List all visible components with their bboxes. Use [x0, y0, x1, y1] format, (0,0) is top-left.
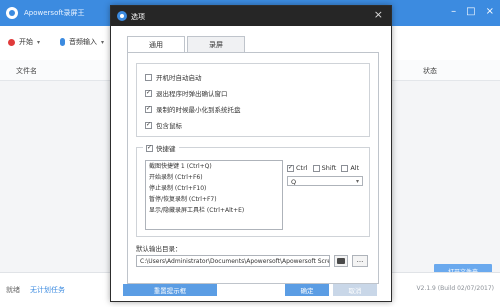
tab-bar: 通用 录屏 — [127, 36, 247, 53]
modifier-keys: ✓ Ctrl Shift Alt — [287, 164, 359, 172]
checkbox-minimize-tray[interactable]: ✓ — [145, 105, 152, 113]
output-path-field[interactable]: C:\Users\Administrator\Documents\Apowers… — [136, 255, 330, 267]
minimize-icon[interactable]: – — [451, 6, 456, 17]
cancel-button[interactable]: 取消 — [333, 284, 377, 296]
maximize-icon[interactable]: □ — [466, 6, 475, 17]
option-include-cursor[interactable]: ✓ 包含鼠标 — [145, 120, 182, 130]
checkbox-hotkeys[interactable]: ✓ — [146, 144, 153, 152]
general-tab-panel: 开机时自动启动 ✓ 退出程序时弹出确认窗口 ✓ 录制的时候最小化到系统托盘 ✓ … — [127, 52, 379, 284]
chevron-down-icon: ▾ — [355, 178, 359, 185]
version-label: V2.1.9 (Build 02/07/2017) — [416, 285, 494, 292]
modifier-shift[interactable]: Shift — [312, 164, 337, 172]
chevron-down-icon: ▾ — [37, 38, 41, 46]
close-icon[interactable]: × — [486, 6, 494, 17]
option-label: 包含鼠标 — [156, 122, 182, 130]
scheduled-task-link[interactable]: 无计划任务 — [30, 285, 65, 295]
ok-button[interactable]: 确定 — [285, 284, 329, 296]
dialog-footer: 重置提示框 确定 取消 — [111, 284, 391, 300]
tab-recording[interactable]: 录屏 — [187, 36, 245, 52]
chevron-down-icon: ▾ — [101, 38, 105, 46]
hotkeys-legend-label: 快捷键 — [156, 145, 176, 153]
option-exit-confirm[interactable]: ✓ 退出程序时弹出确认窗口 — [145, 88, 228, 98]
start-label: 开始 — [19, 38, 33, 46]
checkbox-exit-confirm[interactable]: ✓ — [145, 89, 152, 97]
option-label: 录制的时候最小化到系统托盘 — [156, 106, 241, 114]
checkbox-include-cursor[interactable]: ✓ — [145, 121, 152, 129]
column-filename[interactable]: 文件名 — [16, 66, 37, 76]
list-item[interactable]: 停止录制 (Ctrl+F10) — [146, 183, 282, 194]
close-icon[interactable]: × — [374, 9, 383, 21]
record-icon — [8, 38, 15, 46]
list-item[interactable]: 暂停/恢复录制 (Ctrl+F7) — [146, 194, 282, 205]
option-autostart[interactable]: 开机时自动启动 — [145, 72, 202, 82]
audio-label: 音频输入 — [69, 38, 97, 46]
modifier-label: Ctrl — [296, 164, 308, 172]
option-minimize-tray[interactable]: ✓ 录制的时候最小化到系统托盘 — [145, 104, 241, 114]
window-controls: – □ × — [451, 6, 494, 17]
folder-icon — [337, 258, 345, 264]
hotkey-key-select[interactable]: Q ▾ — [287, 176, 363, 186]
hotkey-list[interactable]: 截图快捷键 1 (Ctrl+Q) 开始录制 (Ctrl+F6) 停止录制 (Ct… — [145, 160, 283, 230]
hotkeys-group: ✓ 快捷键 截图快捷键 1 (Ctrl+Q) 开始录制 (Ctrl+F6) 停止… — [136, 143, 370, 237]
hotkeys-legend[interactable]: ✓ 快捷键 — [143, 143, 179, 153]
checkbox-ctrl[interactable]: ✓ — [287, 164, 294, 172]
status-text: 就绪 — [6, 286, 20, 294]
key-select-value: Q — [291, 178, 297, 186]
list-item[interactable]: 开始录制 (Ctrl+F6) — [146, 172, 282, 183]
app-logo-icon — [6, 7, 18, 19]
dialog-title: 选项 — [131, 13, 145, 21]
option-label: 开机时自动启动 — [156, 74, 202, 82]
general-options-group: 开机时自动启动 ✓ 退出程序时弹出确认窗口 ✓ 录制的时候最小化到系统托盘 ✓ … — [136, 63, 370, 137]
reset-prompts-button[interactable]: 重置提示框 — [123, 284, 217, 296]
checkbox-autostart[interactable] — [145, 73, 152, 81]
audio-input-button[interactable]: 音频输入 ▾ — [60, 37, 104, 47]
app-title: Apowersoft录屏王 — [24, 9, 85, 17]
dialog-titlebar: 选项 × — [111, 6, 391, 26]
modifier-label: Alt — [350, 164, 360, 172]
start-record-button[interactable]: 开始 ▾ — [8, 37, 40, 47]
browse-folder-button[interactable] — [334, 255, 348, 267]
option-label: 退出程序时弹出确认窗口 — [156, 90, 228, 98]
list-item[interactable]: 截图快捷键 1 (Ctrl+Q) — [146, 161, 282, 172]
checkbox-shift[interactable] — [312, 164, 320, 172]
checkbox-alt[interactable] — [341, 164, 349, 172]
output-dir-label: 默认输出目录： — [136, 245, 182, 253]
options-dialog: 选项 × 通用 录屏 开机时自动启动 ✓ 退出程序时弹出确认窗口 ✓ 录制的时候… — [110, 5, 392, 302]
list-item[interactable]: 显示/隐藏录屏工具栏 (Ctrl+Alt+E) — [146, 205, 282, 216]
app-logo-icon — [117, 11, 127, 21]
modifier-label: Shift — [321, 164, 337, 172]
column-status[interactable]: 状态 — [423, 66, 437, 76]
more-options-button[interactable]: ... — [352, 255, 368, 267]
modifier-alt[interactable]: Alt — [341, 164, 359, 172]
microphone-icon — [60, 38, 65, 46]
modifier-ctrl[interactable]: ✓ Ctrl — [287, 164, 308, 172]
tab-general[interactable]: 通用 — [127, 36, 185, 53]
